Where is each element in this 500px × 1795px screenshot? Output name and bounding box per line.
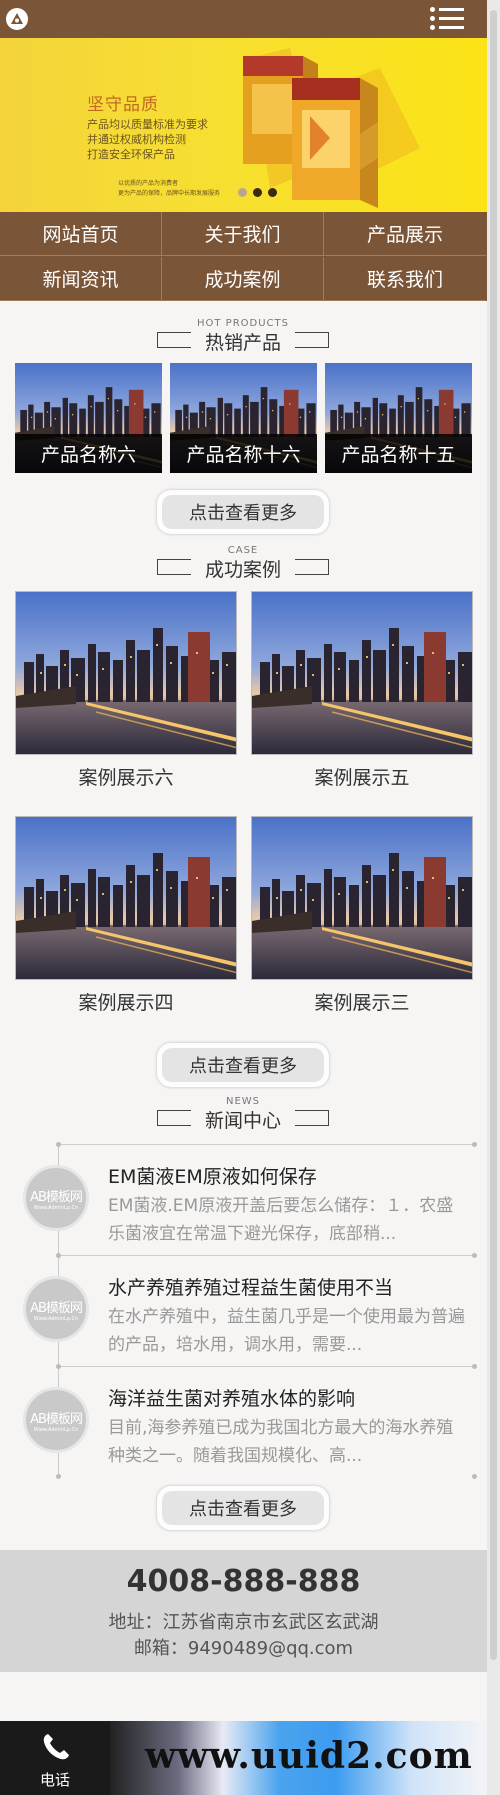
news-title[interactable]: EM菌液EM原液如何保存 [108, 1162, 317, 1189]
nav-item-home[interactable]: 网站首页 [0, 212, 162, 256]
main-nav: 网站首页 关于我们 产品展示 新闻资讯 成功案例 联系我们 [0, 212, 487, 301]
news-desc: 在水产养殖中，益生菌几乎是一个使用最为普遍的产品，培水用，调水用，需要... [108, 1307, 465, 1355]
news-more-button[interactable]: 点击查看更多 [157, 1486, 329, 1530]
more-button-label: 点击查看更多 [162, 1048, 324, 1082]
products-more-button[interactable]: 点击查看更多 [157, 490, 329, 534]
product-box-image [243, 56, 378, 208]
section-title-cn: 新闻中心 [204, 1110, 281, 1132]
scrollbar[interactable] [487, 0, 500, 1795]
call-label: 电话 [39, 1771, 70, 1789]
section-title-cn: 热销产品 [204, 332, 281, 354]
nav-item-cases[interactable]: 成功案例 [162, 257, 324, 301]
phone-icon [43, 1734, 69, 1760]
news-thumbnail: AB模板网 Www.AdminLp.Cn [23, 1276, 89, 1342]
case-card[interactable]: 案例展示五 [251, 591, 473, 790]
news-item[interactable]: AB模板网 Www.AdminLp.Cn 水产养殖养殖过程益生菌使用不当 在水产… [0, 1253, 487, 1366]
cases-more-button[interactable]: 点击查看更多 [157, 1043, 329, 1087]
page: 坚守品质 产品均以质量标准为要求 并通过权威机构检测 打造安全环保产品 以优质的… [0, 0, 487, 1795]
menu-icon[interactable] [430, 7, 464, 31]
footer-address: 地址：江苏省南京市玄武区玄武湖 [108, 1612, 379, 1633]
watermark-text: www.uuid2.com [145, 1735, 473, 1777]
nav-item-products[interactable]: 产品展示 [324, 212, 486, 256]
product-card[interactable]: 产品名称十六 [170, 363, 317, 473]
case-card[interactable]: 案例展示六 [15, 591, 237, 790]
news-item[interactable]: AB模板网 Www.AdminLp.Cn EM菌液EM原液如何保存 EM菌液.E… [0, 1142, 487, 1255]
slider-dot[interactable] [253, 188, 262, 197]
scrollbar-thumb[interactable] [490, 10, 497, 1660]
footer: 4008-888-888 地址：江苏省南京市玄武区玄武湖 邮箱：9490489@… [0, 1550, 487, 1672]
slider-dots [238, 188, 277, 197]
news-desc: 目前,海参养殖已成为我国北方最大的海水养殖种类之一。随着我国规模化、高... [108, 1418, 454, 1466]
hero-banner[interactable]: 坚守品质 产品均以质量标准为要求 并通过权威机构检测 打造安全环保产品 以优质的… [0, 38, 487, 212]
nav-item-contact[interactable]: 联系我们 [324, 257, 486, 301]
top-header [0, 0, 487, 38]
hotline-number[interactable]: 4008-888-888 [0, 1564, 487, 1599]
product-card[interactable]: 产品名称十五 [325, 363, 472, 473]
case-name: 案例展示六 [78, 767, 174, 789]
case-card[interactable]: 案例展示四 [15, 816, 237, 1015]
news-thumbnail: AB模板网 Www.AdminLp.Cn [23, 1165, 89, 1231]
hot-products-heading: HOT PRODUCTS 热销产品 [157, 318, 329, 356]
case-image [252, 817, 472, 979]
case-card[interactable]: 案例展示三 [251, 816, 473, 1015]
case-image [252, 592, 472, 754]
case-image [16, 817, 236, 979]
slider-dot[interactable] [238, 188, 247, 197]
footer-email[interactable]: 邮箱：9490489@qq.com [0, 1634, 487, 1660]
news-title[interactable]: 水产养殖养殖过程益生菌使用不当 [108, 1273, 393, 1300]
bottom-bar: 电话 www.uuid2.com [0, 1721, 487, 1795]
nav-item-news[interactable]: 新闻资讯 [0, 257, 162, 301]
case-name: 案例展示四 [78, 992, 174, 1014]
logo-icon[interactable] [6, 8, 28, 30]
product-card[interactable]: 产品名称六 [15, 363, 162, 473]
product-name: 产品名称十五 [325, 434, 472, 473]
news-desc: EM菌液.EM原液开盖后要怎么储存：１．农盛乐菌液宜在常温下避光保存，底部稍..… [108, 1196, 454, 1244]
product-name: 产品名称六 [15, 434, 162, 473]
case-image [16, 592, 236, 754]
news-heading: NEWS 新闻中心 [157, 1096, 329, 1134]
slider-dot[interactable] [268, 188, 277, 197]
case-name: 案例展示五 [314, 767, 410, 789]
banner-small-text: 更为产品的保障，品牌中长期发展服务 [118, 190, 221, 197]
more-button-label: 点击查看更多 [162, 1491, 324, 1525]
banner-small-text: 以优质的产品为消费者 [118, 180, 179, 187]
case-name: 案例展示三 [314, 992, 410, 1014]
section-title-cn: 成功案例 [204, 559, 281, 581]
product-name: 产品名称十六 [170, 434, 317, 473]
nav-item-about[interactable]: 关于我们 [162, 212, 324, 256]
more-button-label: 点击查看更多 [162, 495, 324, 529]
banner-line: 打造安全环保产品 [87, 148, 175, 161]
call-button[interactable]: 电话 [0, 1721, 110, 1795]
news-thumbnail: AB模板网 Www.AdminLp.Cn [23, 1387, 89, 1453]
banner-line: 并通过权威机构检测 [87, 133, 186, 146]
news-item[interactable]: AB模板网 Www.AdminLp.Cn 海洋益生菌对养殖水体的影响 目前,海参… [0, 1364, 487, 1477]
cases-heading: CASE 成功案例 [157, 545, 329, 583]
banner-title: 坚守品质 [87, 95, 159, 115]
banner-line: 产品均以质量标准为要求 [87, 118, 208, 131]
news-title[interactable]: 海洋益生菌对养殖水体的影响 [108, 1384, 355, 1411]
